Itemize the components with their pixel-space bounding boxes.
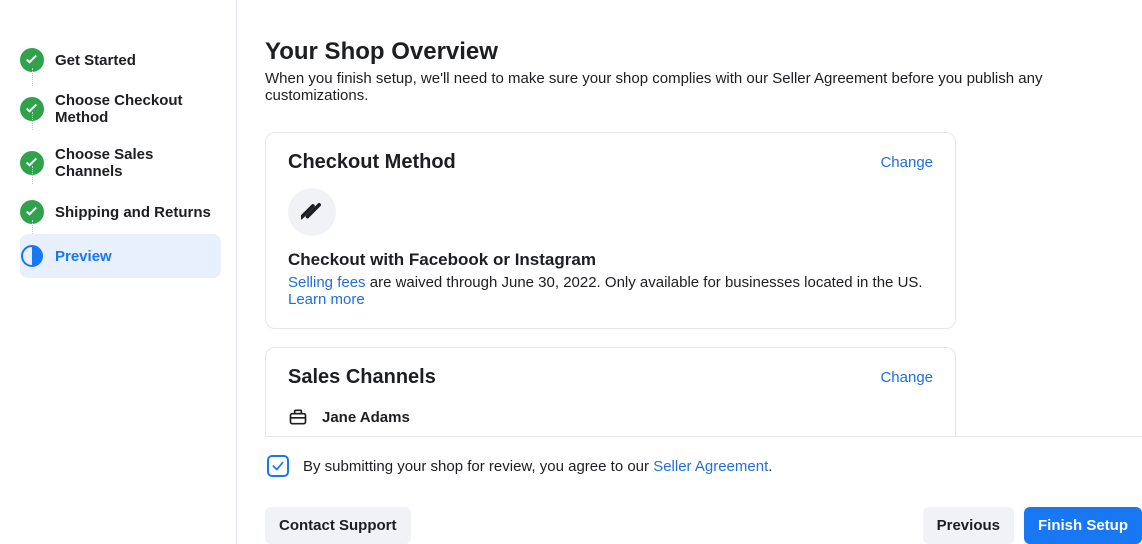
change-channels-link[interactable]: Change [880,369,933,386]
agree-row: By submitting your shop for review, you … [265,455,1142,477]
card-header: Sales Channels Change [288,366,933,389]
check-circle-icon [20,48,44,72]
briefcase-icon [288,407,308,427]
check-circle-icon [20,200,44,224]
agree-suffix: . [768,458,772,475]
sales-channels-card: Sales Channels Change Jane Adams [265,347,956,436]
cards-scroll: Checkout Method Change Checkout with Fac… [265,132,1142,436]
sidebar-item-preview[interactable]: Preview [20,234,221,278]
sidebar: Get Started Choose Checkout Method Choos… [0,0,237,544]
selling-fees-link[interactable]: Selling fees [288,274,366,291]
sidebar-item-choose-checkout[interactable]: Choose Checkout Method [20,82,221,136]
main-content: Your Shop Overview When you finish setup… [237,0,1142,544]
sidebar-item-choose-channels[interactable]: Choose Sales Channels [20,136,221,190]
page-title: Your Shop Overview [265,38,1142,66]
agree-checkbox[interactable] [267,455,289,477]
footer: By submitting your shop for review, you … [265,436,1142,544]
finish-setup-button[interactable]: Finish Setup [1024,507,1142,544]
card-title: Sales Channels [288,366,436,389]
desc-text: are waived through June 30, 2022. Only a… [366,274,923,291]
agree-text: By submitting your shop for review, you … [303,458,772,475]
checkout-desc: Selling fees are waived through June 30,… [288,274,933,308]
previous-button[interactable]: Previous [923,507,1014,544]
card-title: Checkout Method [288,151,456,174]
change-checkout-link[interactable]: Change [880,154,933,171]
channel-name: Jane Adams [322,409,410,426]
payment-stripes-icon [288,188,336,236]
step-label: Preview [55,248,112,265]
check-circle-icon [20,97,44,121]
half-circle-icon [20,244,44,268]
sidebar-item-get-started[interactable]: Get Started [20,38,221,82]
page-subtitle: When you finish setup, we'll need to mak… [265,70,1142,104]
agree-prefix: By submitting your shop for review, you … [303,458,653,475]
step-label: Choose Checkout Method [55,92,213,126]
check-icon [271,459,285,473]
learn-more-link[interactable]: Learn more [288,291,365,308]
step-label: Shipping and Returns [55,204,211,221]
channel-row: Jane Adams [288,403,933,427]
sidebar-item-shipping-returns[interactable]: Shipping and Returns [20,190,221,234]
seller-agreement-link[interactable]: Seller Agreement [653,458,768,475]
action-bar: Contact Support Previous Finish Setup [265,507,1142,544]
check-circle-icon [20,151,44,175]
right-actions: Previous Finish Setup [923,507,1142,544]
checkout-method-card: Checkout Method Change Checkout with Fac… [265,132,956,329]
step-label: Get Started [55,52,136,69]
step-label: Choose Sales Channels [55,146,213,180]
card-header: Checkout Method Change [288,151,933,174]
contact-support-button[interactable]: Contact Support [265,507,411,544]
checkout-subhead: Checkout with Facebook or Instagram [288,250,933,270]
